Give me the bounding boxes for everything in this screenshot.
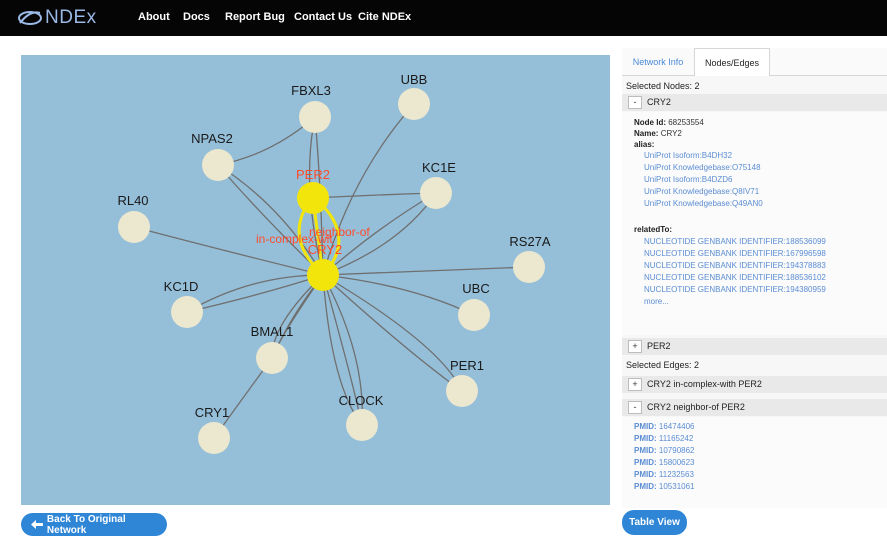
accordion-node-per2[interactable]: + PER2 (622, 338, 887, 355)
label-per1: PER1 (450, 358, 484, 373)
accordion-edge-neighbor-of[interactable]: - CRY2 neighbor-of PER2 (622, 399, 887, 416)
label-ubc: UBC (462, 281, 489, 296)
accordion-node-cry2[interactable]: - CRY2 (622, 94, 887, 111)
navbar: NDEx About Docs Report Bug Contact Us Ci… (0, 0, 887, 36)
node-clock[interactable] (346, 409, 378, 441)
label-clock: CLOCK (339, 393, 384, 408)
ndex-logo-icon (18, 11, 42, 25)
expand-toggle[interactable]: + (628, 340, 642, 353)
panel-tabs: Network Info Nodes/Edges (622, 48, 887, 76)
node-kc1e[interactable] (420, 177, 452, 209)
node-fbxl3[interactable] (299, 101, 331, 133)
accordion-label: PER2 (647, 341, 671, 351)
edge-cry2-kc1d-2[interactable] (186, 274, 324, 313)
label-kc1d: KC1D (164, 279, 199, 294)
label-bmal1: BMAL1 (251, 324, 294, 339)
node-id-line: Node Id: 68253554 (634, 118, 704, 127)
related-link[interactable]: NUCLEOTIDE GENBANK IDENTIFIER:167996598 (644, 249, 826, 258)
name-line: Name: CRY2 (634, 129, 682, 138)
node-rs27a[interactable] (513, 251, 545, 283)
more-link[interactable]: more... (644, 297, 669, 306)
node-cry1[interactable] (198, 422, 230, 454)
collapse-toggle[interactable]: - (628, 401, 642, 414)
back-button-label: Back To Original Network (46, 513, 126, 536)
node-cry2[interactable] (307, 259, 339, 291)
alias-link[interactable]: UniProt Knowledgebase:Q49AN0 (644, 199, 763, 208)
nav-contact-us[interactable]: Contact Us (294, 11, 352, 23)
label-per2: PER2 (296, 167, 330, 182)
edge-cry2-kc1d[interactable] (186, 274, 324, 313)
tab-nodes-edges[interactable]: Nodes/Edges (694, 48, 770, 76)
node-per1[interactable] (446, 375, 478, 407)
nav-about[interactable]: About (138, 11, 170, 23)
node-id-value: 68253554 (668, 118, 704, 127)
network-graph-canvas[interactable]: FBXL3 UBB NPAS2 KC1E RL40 RS27A KC1D UBC… (21, 55, 610, 505)
pmid-line: PMID: 10531061 (634, 482, 695, 491)
related-to-key: relatedTo: (634, 225, 673, 234)
alias-link[interactable]: UniProt Isoform:B4DZD6 (644, 175, 732, 184)
pmid-line: PMID: 11165242 (634, 434, 694, 443)
pmid-line: PMID: 16474406 (634, 422, 695, 431)
logo-text: NDEx (45, 7, 97, 28)
edge-label-neighbor-of: neighbor-of (309, 225, 370, 239)
accordion-edge-in-complex-with[interactable]: + CRY2 in-complex-with PER2 (622, 376, 887, 393)
nav-docs[interactable]: Docs (183, 11, 210, 23)
related-link[interactable]: NUCLEOTIDE GENBANK IDENTIFIER:188536102 (644, 273, 826, 282)
label-cry1: CRY1 (195, 405, 229, 420)
alias-key: alias: (634, 140, 655, 149)
label-kc1e: KC1E (422, 160, 456, 175)
selected-edges-title: Selected Edges: 2 (626, 360, 700, 370)
pmid-line: PMID: 10790862 (634, 446, 695, 455)
edge-cry2-rs27a[interactable] (322, 266, 530, 276)
nav-cite-ndex[interactable]: Cite NDEx (358, 11, 411, 23)
edge-cry2-per1-2[interactable] (322, 274, 463, 392)
back-to-original-network-button[interactable]: Back To Original Network (21, 513, 167, 536)
node-bmal1[interactable] (256, 342, 288, 374)
node-cry2-details: Node Id: 68253554 Name: CRY2 alias: UniP… (622, 112, 887, 335)
accordion-label: CRY2 neighbor-of PER2 (647, 402, 745, 412)
related-link[interactable]: NUCLEOTIDE GENBANK IDENTIFIER:194378883 (644, 261, 826, 270)
edge-per2-kc1e[interactable] (312, 192, 437, 199)
collapse-toggle[interactable]: - (628, 96, 642, 109)
pmid-line: PMID: 11232563 (634, 470, 694, 479)
label-rl40: RL40 (117, 193, 148, 208)
node-kc1d[interactable] (171, 296, 203, 328)
ndex-logo[interactable]: NDEx (17, 7, 97, 29)
alias-link[interactable]: UniProt Knowledgebase:O75148 (644, 163, 761, 172)
accordion-label: CRY2 (647, 97, 671, 107)
network-graph[interactable]: FBXL3 UBB NPAS2 KC1E RL40 RS27A KC1D UBC… (21, 55, 610, 505)
node-rl40[interactable] (118, 211, 150, 243)
details-panel: Network Info Nodes/Edges Selected Nodes:… (622, 48, 887, 508)
node-ubc[interactable] (458, 299, 490, 331)
alias-link[interactable]: UniProt Isoform:B4DH32 (644, 151, 732, 160)
edge-details: PMID: 16474406 PMID: 11165242 PMID: 1079… (622, 417, 887, 508)
related-link[interactable]: NUCLEOTIDE GENBANK IDENTIFIER:188536099 (644, 237, 826, 246)
node-ubb[interactable] (398, 88, 430, 120)
accordion-label: CRY2 in-complex-with PER2 (647, 379, 762, 389)
selected-nodes-title: Selected Nodes: 2 (626, 81, 700, 91)
pmid-line: PMID: 15800623 (634, 458, 695, 467)
tab-network-info[interactable]: Network Info (622, 48, 694, 75)
expand-toggle[interactable]: + (628, 378, 642, 391)
arrow-left-icon (31, 520, 43, 529)
label-npas2: NPAS2 (191, 131, 233, 146)
alias-link[interactable]: UniProt Knowledgebase:Q8IV71 (644, 187, 759, 196)
label-ubb: UBB (401, 72, 428, 87)
table-view-label: Table View (629, 517, 680, 528)
nav-report-bug[interactable]: Report Bug (225, 11, 285, 23)
label-fbxl3: FBXL3 (291, 83, 331, 98)
node-npas2[interactable] (202, 149, 234, 181)
related-link[interactable]: NUCLEOTIDE GENBANK IDENTIFIER:194380959 (644, 285, 826, 294)
name-value: CRY2 (660, 129, 682, 138)
node-per2[interactable] (297, 182, 329, 214)
label-rs27a: RS27A (509, 234, 551, 249)
table-view-button[interactable]: Table View (622, 510, 687, 535)
edge-cry2-per1[interactable] (322, 274, 463, 392)
